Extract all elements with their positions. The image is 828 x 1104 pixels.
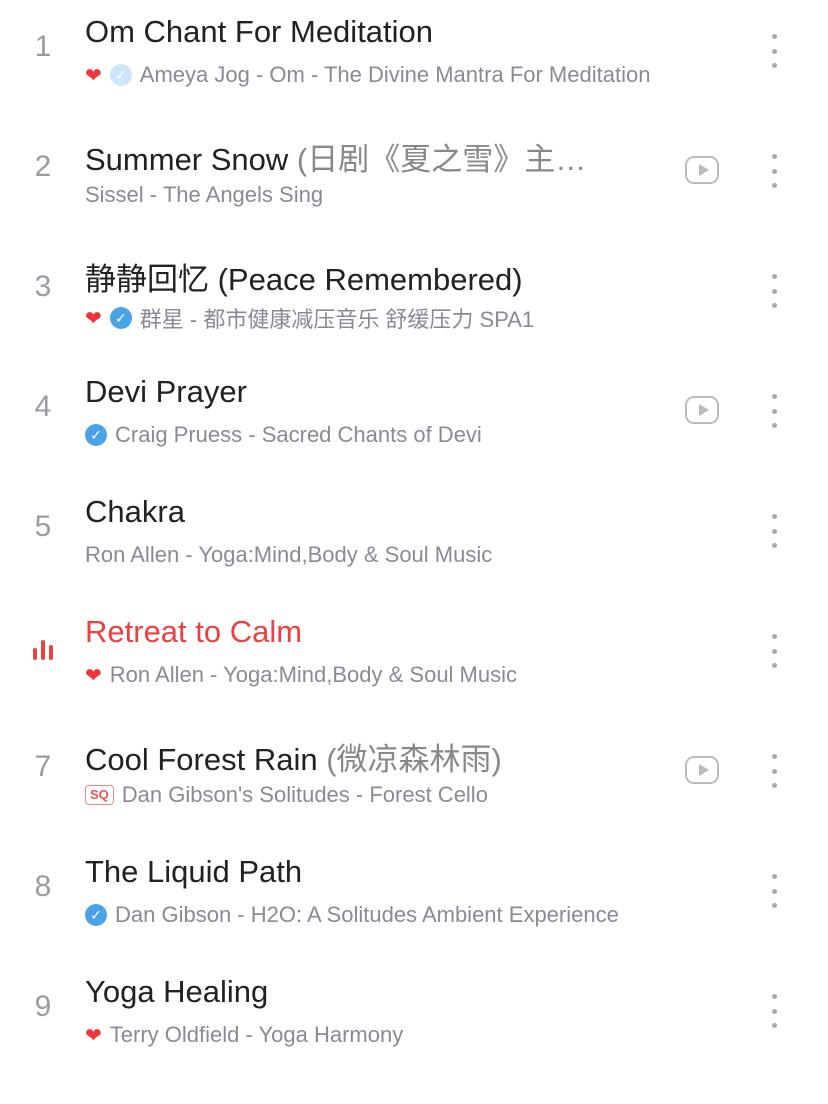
more-options-button[interactable] bbox=[764, 394, 784, 428]
song-title: The Liquid Path bbox=[85, 854, 302, 890]
song-row[interactable]: 2 Summer Snow (日剧《夏之雪》主… Sissel - The Ange… bbox=[0, 120, 828, 240]
song-title: 静静回忆 (Peace Remembered) bbox=[85, 254, 523, 299]
song-subtitle: ❤ Terry Oldfield - Yoga Harmony bbox=[85, 1022, 403, 1048]
verified-check-icon: ✓ bbox=[85, 424, 107, 446]
heart-icon: ❤ bbox=[85, 307, 102, 330]
song-subtitle: ❤ Ron Allen - Yoga:Mind,Body & Soul Music bbox=[85, 662, 517, 688]
song-title-suffix: (微凉森林雨) bbox=[317, 742, 502, 777]
artist-album: Terry Oldfield - Yoga Harmony bbox=[109, 1022, 404, 1047]
artist-album: Dan Gibson - H2O: A Solitudes Ambient Ex… bbox=[115, 902, 619, 927]
heart-icon: ❤ bbox=[85, 664, 102, 687]
song-row[interactable]: 7 Cool Forest Rain (微凉森林雨) SQ Dan Gibson's … bbox=[0, 720, 828, 840]
more-options-button[interactable] bbox=[764, 154, 784, 188]
song-title-text: Chakra bbox=[85, 494, 185, 529]
track-number: 9 bbox=[34, 990, 52, 1023]
more-options-button[interactable] bbox=[764, 754, 784, 788]
song-title: Om Chant For Meditation bbox=[85, 14, 433, 50]
more-options-button[interactable] bbox=[764, 874, 784, 908]
song-list: 1 Om Chant For Meditation ❤ ✓ Ameya Jog - Om… bbox=[0, 0, 828, 1080]
song-title-text: Summer Snow bbox=[85, 142, 289, 177]
song-title-text: 静静回忆 (Peace Remembered) bbox=[85, 262, 523, 297]
track-number: 3 bbox=[34, 270, 52, 303]
song-row[interactable]: 5 Chakra Ron Allen - Yoga:Mind,Body & Soul… bbox=[0, 480, 828, 600]
song-row[interactable]: 8 The Liquid Path ✓ Dan Gibson - H2O: A Sol… bbox=[0, 840, 828, 960]
song-row[interactable]: Retreat to Calm ❤ Ron Allen - Yoga:Mind,Bo… bbox=[0, 600, 828, 720]
track-number: 5 bbox=[34, 510, 52, 543]
track-number: 7 bbox=[34, 750, 52, 783]
artist-album: 群星 - 都市健康减压音乐 舒缓压力 SPA1 bbox=[139, 307, 535, 332]
track-number: 8 bbox=[34, 870, 52, 903]
song-title: Cool Forest Rain (微凉森林雨) bbox=[85, 734, 502, 779]
track-number: 4 bbox=[34, 390, 52, 423]
song-title: Yoga Healing bbox=[85, 974, 268, 1010]
song-title-text: Retreat to Calm bbox=[85, 614, 303, 649]
song-row[interactable]: 1 Om Chant For Meditation ❤ ✓ Ameya Jog - Om… bbox=[0, 0, 828, 120]
track-number: 1 bbox=[34, 30, 52, 63]
song-title-text: Om Chant For Meditation bbox=[85, 14, 434, 49]
artist-album: Ron Allen - Yoga:Mind,Body & Soul Music bbox=[85, 542, 493, 567]
heart-icon: ❤ bbox=[85, 1024, 102, 1047]
song-title-text: The Liquid Path bbox=[85, 854, 303, 889]
artist-album: Sissel - The Angels Sing bbox=[85, 182, 324, 207]
more-options-button[interactable] bbox=[764, 514, 784, 548]
artist-album: Dan Gibson's Solitudes - Forest Cello bbox=[121, 782, 488, 807]
sq-badge: SQ bbox=[85, 785, 114, 805]
artist-album: Ron Allen - Yoga:Mind,Body & Soul Music bbox=[109, 662, 518, 687]
song-subtitle: ✓ Dan Gibson - H2O: A Solitudes Ambient E… bbox=[85, 902, 619, 928]
more-options-button[interactable] bbox=[764, 274, 784, 308]
artist-album: Ameya Jog - Om - The Divine Mantra For M… bbox=[139, 62, 651, 87]
song-title: Summer Snow (日剧《夏之雪》主… bbox=[85, 134, 586, 179]
song-row[interactable]: 4 Devi Prayer ✓ Craig Pruess - Sacred Chant… bbox=[0, 360, 828, 480]
song-title: Devi Prayer bbox=[85, 374, 247, 410]
song-title-suffix: (日剧《夏之雪》主… bbox=[288, 142, 587, 177]
more-options-button[interactable] bbox=[764, 994, 784, 1028]
song-subtitle: ✓ Craig Pruess - Sacred Chants of Devi bbox=[85, 422, 482, 448]
song-title-text: Cool Forest Rain bbox=[85, 742, 318, 777]
song-row[interactable]: 9 Yoga Healing ❤ Terry Oldfield - Yoga Harm… bbox=[0, 960, 828, 1080]
mv-play-button[interactable] bbox=[685, 156, 719, 184]
song-title: Chakra bbox=[85, 494, 185, 530]
song-row[interactable]: 3 静静回忆 (Peace Remembered) ❤ ✓ 群星 - 都市健康减压音乐 … bbox=[0, 240, 828, 360]
song-title: Retreat to Calm bbox=[85, 614, 302, 650]
now-playing-icon bbox=[33, 640, 53, 660]
more-options-button[interactable] bbox=[764, 34, 784, 68]
song-subtitle: ❤ ✓ 群星 - 都市健康减压音乐 舒缓压力 SPA1 bbox=[85, 302, 534, 334]
track-number: 2 bbox=[34, 150, 52, 183]
verified-check-icon: ✓ bbox=[109, 64, 132, 86]
song-subtitle: Sissel - The Angels Sing bbox=[85, 182, 323, 208]
song-subtitle: SQ Dan Gibson's Solitudes - Forest Cello bbox=[85, 782, 488, 808]
song-title-text: Yoga Healing bbox=[85, 974, 269, 1009]
song-title-text: Devi Prayer bbox=[85, 374, 247, 409]
verified-check-icon: ✓ bbox=[85, 904, 107, 926]
more-options-button[interactable] bbox=[764, 634, 784, 668]
verified-check-icon: ✓ bbox=[109, 307, 132, 329]
artist-album: Craig Pruess - Sacred Chants of Devi bbox=[115, 422, 482, 447]
song-subtitle: ❤ ✓ Ameya Jog - Om - The Divine Mantra For… bbox=[85, 62, 650, 88]
song-subtitle: Ron Allen - Yoga:Mind,Body & Soul Music bbox=[85, 542, 492, 568]
heart-icon: ❤ bbox=[85, 64, 102, 87]
mv-play-button[interactable] bbox=[685, 756, 719, 784]
mv-play-button[interactable] bbox=[685, 396, 719, 424]
